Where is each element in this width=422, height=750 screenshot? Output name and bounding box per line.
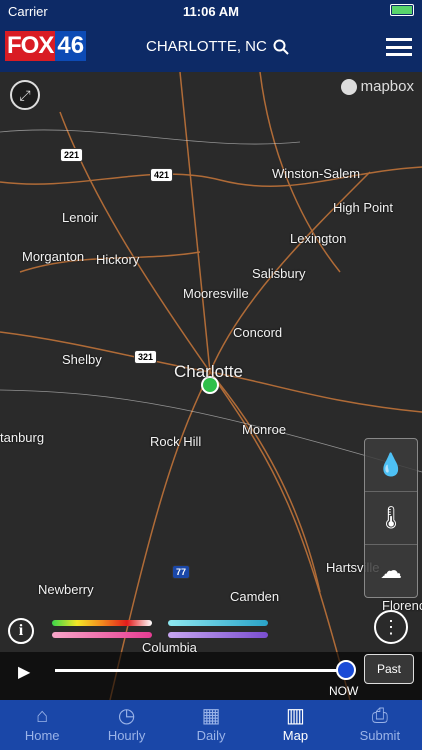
- tab-map[interactable]: ▥ Map: [253, 700, 337, 750]
- location-selector[interactable]: CHARLOTTE, NC: [146, 38, 289, 55]
- city-label: Shelby: [62, 352, 102, 367]
- tab-bar: ⌂ Home ◷ Hourly ▦ Daily ▥ Map ⎙ Submit: [0, 700, 422, 750]
- home-icon: ⌂: [36, 705, 49, 727]
- location-label: CHARLOTTE, NC: [146, 38, 267, 55]
- status-bar: Carrier 11:06 AM: [0, 0, 422, 22]
- info-icon[interactable]: i: [8, 618, 34, 644]
- city-label: Newberry: [38, 582, 94, 597]
- tab-home[interactable]: ⌂ Home: [0, 700, 84, 750]
- city-label: Hickory: [96, 252, 140, 267]
- clock-icon: ◷: [117, 705, 136, 727]
- more-options-icon[interactable]: ⋮: [374, 610, 408, 644]
- city-label: Rock Hill: [150, 434, 202, 449]
- city-label: Lexington: [290, 231, 347, 246]
- thermometer-icon[interactable]: 🌡: [365, 492, 417, 545]
- timeline-track[interactable]: [55, 669, 345, 672]
- ice-legend-bar: [168, 632, 268, 638]
- city-label: Concord: [233, 325, 283, 340]
- city-label: Monroe: [242, 422, 287, 437]
- city-label: tanburg: [0, 430, 45, 445]
- status-time: 11:06 AM: [183, 4, 239, 19]
- radar-map[interactable]: ⤢ mapbox Winston-Salem High Point Lenoir…: [0, 72, 422, 700]
- city-label: Winston-Salem: [272, 166, 361, 181]
- rain-legend-bar: [52, 620, 152, 626]
- tab-submit[interactable]: ⎙ Submit: [338, 700, 422, 750]
- interstate-shield: 77: [172, 565, 191, 579]
- fox46-logo[interactable]: FOX 46: [5, 31, 107, 61]
- battery-icon: [390, 4, 414, 16]
- highway-shield: 321: [134, 350, 158, 364]
- tab-hourly[interactable]: ◷ Hourly: [84, 700, 168, 750]
- city-label: Lenoir: [62, 210, 99, 225]
- mapbox-logo: mapbox: [340, 78, 414, 95]
- calendar-icon: ▦: [201, 705, 221, 727]
- city-label: Mooresville: [183, 286, 249, 301]
- mix-legend-bar: [52, 632, 152, 638]
- city-label: Morganton: [22, 249, 85, 264]
- hamburger-menu-icon[interactable]: [386, 38, 412, 56]
- tab-daily[interactable]: ▦ Daily: [169, 700, 253, 750]
- radar-legend: [36, 618, 276, 644]
- camera-icon: ⎙: [371, 705, 388, 727]
- search-icon: [273, 39, 289, 55]
- layer-panel: 💧 🌡 ☁: [364, 438, 418, 598]
- city-label: Salisbury: [252, 266, 306, 281]
- app-header: FOX 46 CHARLOTTE, NC: [0, 22, 422, 72]
- map-icon: ▥: [285, 705, 305, 727]
- expand-icon[interactable]: ⤢: [10, 80, 40, 110]
- precip-layer-icon[interactable]: 💧: [365, 439, 417, 492]
- play-icon[interactable]: ▶: [18, 662, 30, 682]
- city-label: High Point: [333, 200, 393, 215]
- highway-shield: 421: [150, 168, 174, 182]
- snow-legend-bar: [168, 620, 268, 626]
- city-label-charlotte: Charlotte: [174, 362, 243, 381]
- highway-shield: 221: [60, 148, 84, 162]
- radar-player: ▶ NOW Past: [0, 652, 422, 700]
- city-label: Camden: [230, 589, 280, 604]
- cloud-icon[interactable]: ☁: [365, 545, 417, 597]
- past-button[interactable]: Past: [364, 654, 414, 684]
- now-label: NOW: [329, 684, 359, 698]
- timeline-knob[interactable]: [336, 660, 356, 680]
